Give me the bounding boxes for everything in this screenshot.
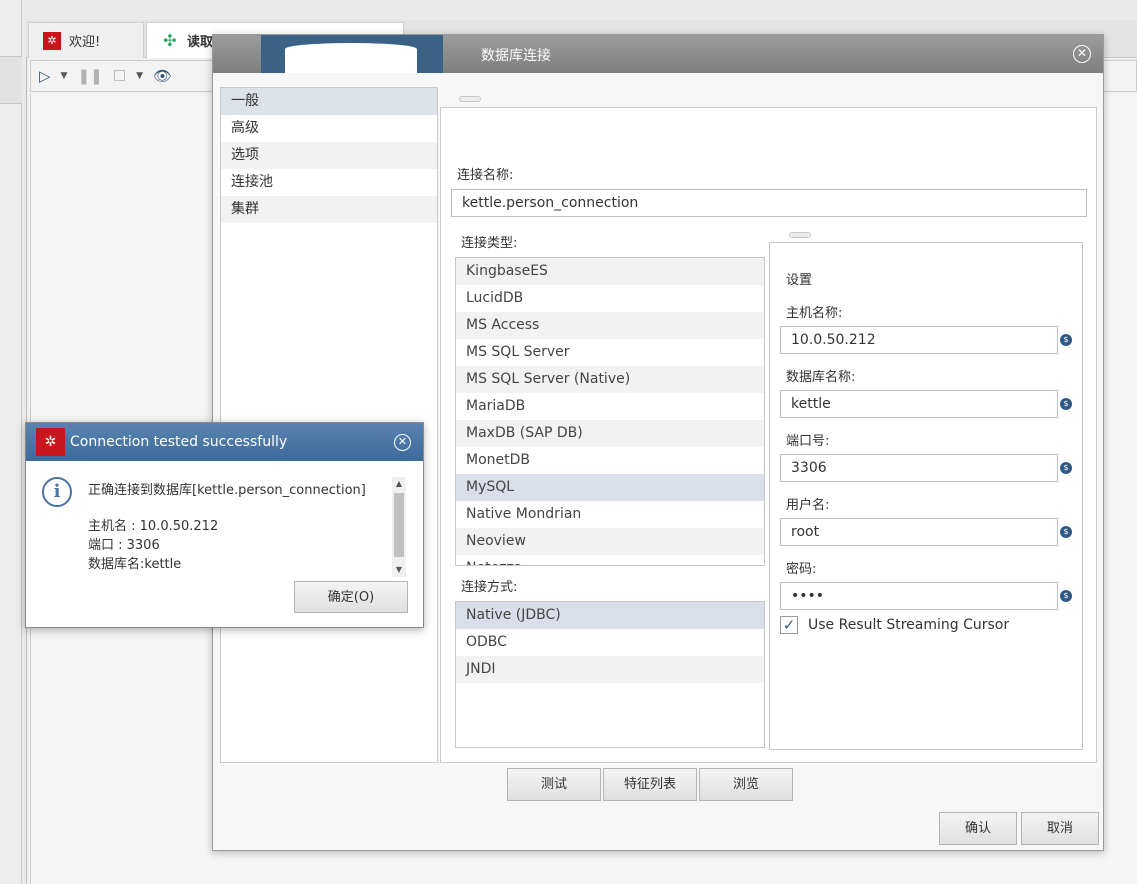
pause-icon[interactable]: ❚❚: [77, 67, 102, 85]
username-input[interactable]: root: [780, 518, 1058, 546]
kettle-app-icon: ✲: [36, 428, 65, 456]
cancel-button[interactable]: 取消: [1021, 812, 1099, 845]
database-name-label: 数据库名称:: [786, 370, 856, 385]
dialog-banner-logo: [261, 35, 443, 73]
feature-list-button[interactable]: 特征列表: [603, 768, 697, 801]
popup-port-line: 端口 : 3306: [88, 538, 160, 553]
variable-icon[interactable]: $: [1060, 526, 1072, 538]
list-item[interactable]: Native Mondrian: [456, 501, 764, 528]
tab-transformation-label: 读取: [187, 35, 214, 50]
popup-scrollbar[interactable]: ▲ ▼: [392, 477, 406, 577]
variable-icon[interactable]: $: [1060, 590, 1072, 602]
list-item[interactable]: MS Access: [456, 312, 764, 339]
preview-icon[interactable]: 👁: [153, 67, 172, 85]
popup-title: Connection tested successfully: [70, 434, 288, 450]
scroll-up-icon[interactable]: ▲: [392, 479, 406, 488]
transformation-icon: ✣: [163, 30, 177, 50]
connection-type-label: 连接类型:: [461, 236, 518, 251]
ok-button[interactable]: 确认: [939, 812, 1017, 845]
popup-close-icon[interactable]: ✕: [394, 434, 411, 451]
streaming-cursor-label: Use Result Streaming Cursor: [808, 617, 1010, 633]
stop-icon[interactable]: ☐: [113, 67, 126, 85]
settings-header: 设置: [786, 273, 813, 288]
list-item[interactable]: Netezza: [456, 555, 764, 565]
list-item-selected[interactable]: MySQL: [456, 474, 764, 501]
variable-icon[interactable]: $: [1060, 462, 1072, 474]
popup-title-bar: ✲ Connection tested successfully ✕: [26, 423, 423, 461]
connection-name-input[interactable]: kettle.person_connection: [451, 189, 1087, 217]
host-input[interactable]: 10.0.50.212: [780, 326, 1058, 354]
list-item[interactable]: MariaDB: [456, 393, 764, 420]
list-item[interactable]: MonetDB: [456, 447, 764, 474]
nav-item-advanced[interactable]: 高级: [221, 115, 437, 142]
host-label: 主机名称:: [786, 306, 843, 321]
tab-welcome-label: 欢迎!: [69, 35, 101, 50]
popup-db-line: 数据库名:kettle: [88, 557, 182, 572]
nav-item-clustering[interactable]: 集群: [221, 196, 437, 223]
streaming-cursor-checkbox[interactable]: ✓: [780, 616, 798, 634]
dialog-title-bar: 数据库连接 ✕: [213, 35, 1103, 73]
dialog-title: 数据库连接: [481, 48, 551, 64]
scroll-down-icon[interactable]: ▼: [392, 565, 406, 574]
popup-ok-button[interactable]: 确定(O): [294, 581, 408, 613]
left-panel-segment: [0, 56, 22, 104]
dialog-close-icon[interactable]: ✕: [1073, 45, 1091, 63]
access-method-label: 连接方式:: [461, 580, 518, 595]
explore-button[interactable]: 浏览: [699, 768, 793, 801]
list-item[interactable]: LucidDB: [456, 285, 764, 312]
access-method-list[interactable]: Native (JDBC) ODBC JNDI: [455, 601, 765, 748]
connection-type-list[interactable]: KingbaseES LucidDB MS Access MS SQL Serv…: [455, 257, 765, 566]
password-label: 密码:: [786, 562, 817, 577]
port-label: 端口号:: [786, 434, 830, 449]
nav-item-options[interactable]: 选项: [221, 142, 437, 169]
list-item[interactable]: MS SQL Server (Native): [456, 366, 764, 393]
nav-item-pooling[interactable]: 连接池: [221, 169, 437, 196]
left-side-panel: [0, 0, 22, 884]
variable-icon[interactable]: $: [1060, 398, 1072, 410]
port-input[interactable]: 3306: [780, 454, 1058, 482]
list-item[interactable]: KingbaseES: [456, 258, 764, 285]
scrollbar-thumb[interactable]: [394, 493, 404, 557]
popup-host-line: 主机名 : 10.0.50.212: [88, 519, 219, 534]
kettle-app-icon: ✲: [43, 31, 61, 50]
settings-splitter-handle[interactable]: [789, 232, 811, 238]
list-item[interactable]: MS SQL Server: [456, 339, 764, 366]
settings-panel: 设置 主机名称: 10.0.50.212 $ 数据库名称: kettle $ 端…: [769, 242, 1083, 750]
list-item[interactable]: MaxDB (SAP DB): [456, 420, 764, 447]
stop-dropdown-icon[interactable]: ▼: [136, 71, 143, 81]
list-item[interactable]: ODBC: [456, 629, 764, 656]
nav-item-general[interactable]: 一般: [221, 88, 437, 115]
tab-welcome[interactable]: ✲ 欢迎!: [28, 22, 144, 58]
connection-test-popup: ✲ Connection tested successfully ✕ i 正确连…: [25, 422, 424, 628]
connection-name-label: 连接名称:: [457, 168, 514, 183]
general-panel: 连接名称: kettle.person_connection 连接类型: Kin…: [440, 107, 1097, 763]
list-item[interactable]: JNDI: [456, 656, 764, 683]
splitter-handle[interactable]: [459, 96, 481, 102]
variable-icon[interactable]: $: [1060, 334, 1072, 346]
run-dropdown-icon[interactable]: ▼: [61, 71, 68, 81]
popup-message: 正确连接到数据库[kettle.person_connection]: [88, 483, 366, 498]
info-icon: i: [42, 477, 72, 507]
test-button[interactable]: 测试: [507, 768, 601, 801]
list-item[interactable]: Neoview: [456, 528, 764, 555]
list-item-selected[interactable]: Native (JDBC): [456, 602, 764, 629]
username-label: 用户名:: [786, 498, 830, 513]
run-icon[interactable]: ▷: [39, 67, 51, 85]
password-input[interactable]: ••••: [780, 582, 1058, 610]
database-name-input[interactable]: kettle: [780, 390, 1058, 418]
